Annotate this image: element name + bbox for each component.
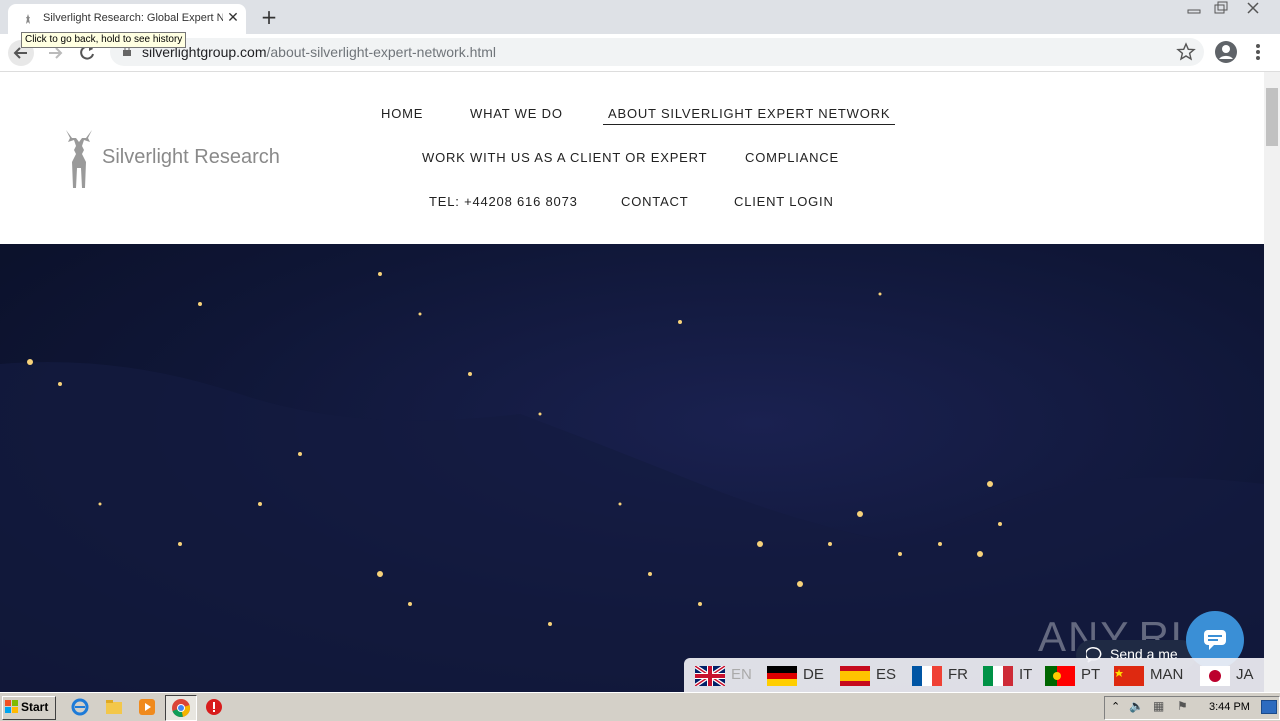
volume-icon[interactable]: 🔈 — [1129, 699, 1144, 713]
france-flag-icon — [912, 666, 942, 686]
internet-explorer-icon[interactable] — [70, 697, 90, 717]
action-center-flag-icon[interactable]: ⚑ — [1177, 699, 1188, 713]
nav-contact[interactable]: CONTACT — [621, 194, 688, 209]
taskbar-clock[interactable]: 3:44 PM — [1209, 701, 1250, 713]
browser-toolbar: silverlightgroup.com/about-silverlight-e… — [0, 34, 1280, 72]
minimize-icon[interactable] — [1182, 0, 1208, 18]
lang-code: ES — [876, 666, 897, 683]
nav-about-expert-network[interactable]: ABOUT SILVERLIGHT EXPERT NETWORK — [603, 106, 896, 125]
chrome-taskbar-button[interactable] — [165, 695, 197, 721]
media-player-icon[interactable] — [137, 697, 157, 717]
new-tab-icon[interactable]: + — [258, 6, 280, 28]
close-tab-icon[interactable]: ✕ — [225, 10, 241, 26]
close-window-icon[interactable] — [1240, 0, 1266, 18]
windows-logo-icon — [5, 700, 18, 713]
scrollbar-thumb[interactable] — [1266, 88, 1278, 146]
logo-text: Silverlight Research — [102, 146, 280, 168]
lang-code: EN — [731, 666, 752, 683]
language-switcher: EN DE ES FR IT PT MAN JA — [684, 658, 1264, 692]
lang-code: DE — [803, 666, 824, 683]
antivirus-warning-icon[interactable] — [204, 697, 224, 717]
windows-taskbar: Start ⌃ 🔈 ▦ ⚑ 3:44 PM — [0, 692, 1280, 721]
tab-strip: Silverlight Research: Global Expert Netw… — [0, 0, 1280, 34]
kebab-menu-icon[interactable] — [1250, 40, 1266, 64]
nav-home[interactable]: HOME — [381, 106, 423, 121]
nav-work-with-us[interactable]: WORK WITH US AS A CLIENT OR EXPERT — [422, 150, 707, 165]
nav-client-login[interactable]: CLIENT LOGIN — [734, 194, 834, 209]
tab-title: Silverlight Research: Global Expert Netw… — [43, 12, 223, 24]
germany-flag-icon — [767, 666, 797, 686]
deer-favicon-icon — [26, 14, 30, 24]
lang-code: PT — [1081, 666, 1101, 683]
address-bar[interactable]: silverlightgroup.com/about-silverlight-e… — [110, 38, 1204, 66]
restore-icon[interactable] — [1208, 0, 1234, 18]
chat-icon — [1204, 630, 1226, 650]
network-icon[interactable]: ▦ — [1153, 699, 1164, 713]
browser-tab[interactable]: Silverlight Research: Global Expert Netw… — [8, 4, 246, 34]
bookmark-star-icon[interactable] — [1176, 42, 1196, 62]
nav-telephone[interactable]: TEL: +44208 616 8073 — [429, 194, 578, 209]
japan-flag-icon — [1200, 666, 1230, 686]
show-desktop-icon[interactable] — [1261, 700, 1277, 714]
spain-flag-icon — [840, 666, 870, 686]
profile-avatar-icon[interactable] — [1214, 40, 1238, 64]
italy-flag-icon — [983, 666, 1013, 686]
uk-flag-icon — [695, 666, 725, 686]
url-path: /about-silverlight-expert-network.html — [266, 44, 497, 60]
china-flag-icon — [1114, 666, 1144, 686]
url-text: silverlightgroup.com/about-silverlight-e… — [142, 44, 496, 60]
page-scrollbar[interactable] — [1264, 72, 1280, 692]
system-tray: ⌃ 🔈 ▦ ⚑ 3:44 PM — [1104, 696, 1280, 720]
lang-code: MAN — [1150, 666, 1184, 683]
chrome-icon — [172, 699, 191, 718]
file-explorer-icon[interactable] — [104, 697, 124, 717]
start-label: Start — [21, 700, 49, 714]
site-logo[interactable]: Silverlight Research — [62, 128, 292, 190]
stag-logo-icon — [66, 130, 92, 188]
lang-code: IT — [1019, 666, 1033, 683]
nav-what-we-do[interactable]: WHAT WE DO — [470, 106, 563, 121]
show-hidden-icons-icon[interactable]: ⌃ — [1111, 700, 1120, 713]
lang-code: JA — [1236, 666, 1254, 683]
web-page: Silverlight Research HOME WHAT WE DO ABO… — [0, 72, 1264, 692]
back-button-tooltip: Click to go back, hold to see history — [21, 32, 187, 48]
lang-code: FR — [948, 666, 968, 683]
portugal-flag-icon — [1045, 666, 1075, 686]
start-button[interactable]: Start — [2, 696, 56, 720]
nav-compliance[interactable]: COMPLIANCE — [745, 150, 839, 165]
